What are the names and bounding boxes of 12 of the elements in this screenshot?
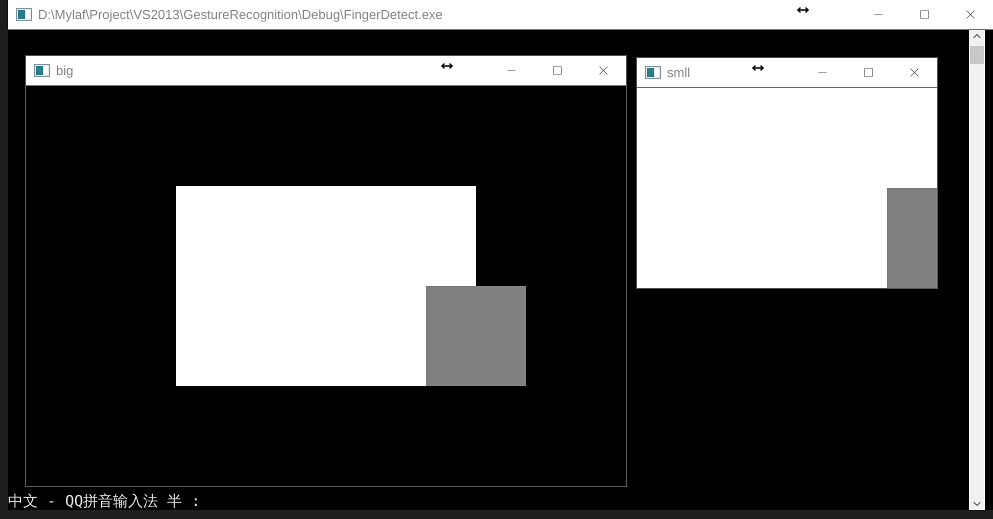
app-icon: [645, 66, 661, 79]
ime-status: 中文 - QQ拼音输入法 半 :: [8, 490, 200, 512]
scrollbar[interactable]: [969, 30, 985, 510]
maximize-icon: [918, 9, 930, 20]
window-title: D:\Mylaf\Project\VS2013\GestureRecognition\Debug\FingerDetect.exe: [38, 6, 443, 24]
window-title: big: [56, 62, 74, 80]
app-icon: [34, 64, 50, 77]
window-title: smll: [667, 64, 690, 82]
scroll-thumb[interactable]: [970, 46, 984, 64]
maximize-icon: [552, 65, 562, 76]
app-icon: [16, 8, 32, 21]
maximize-icon: [862, 67, 874, 78]
